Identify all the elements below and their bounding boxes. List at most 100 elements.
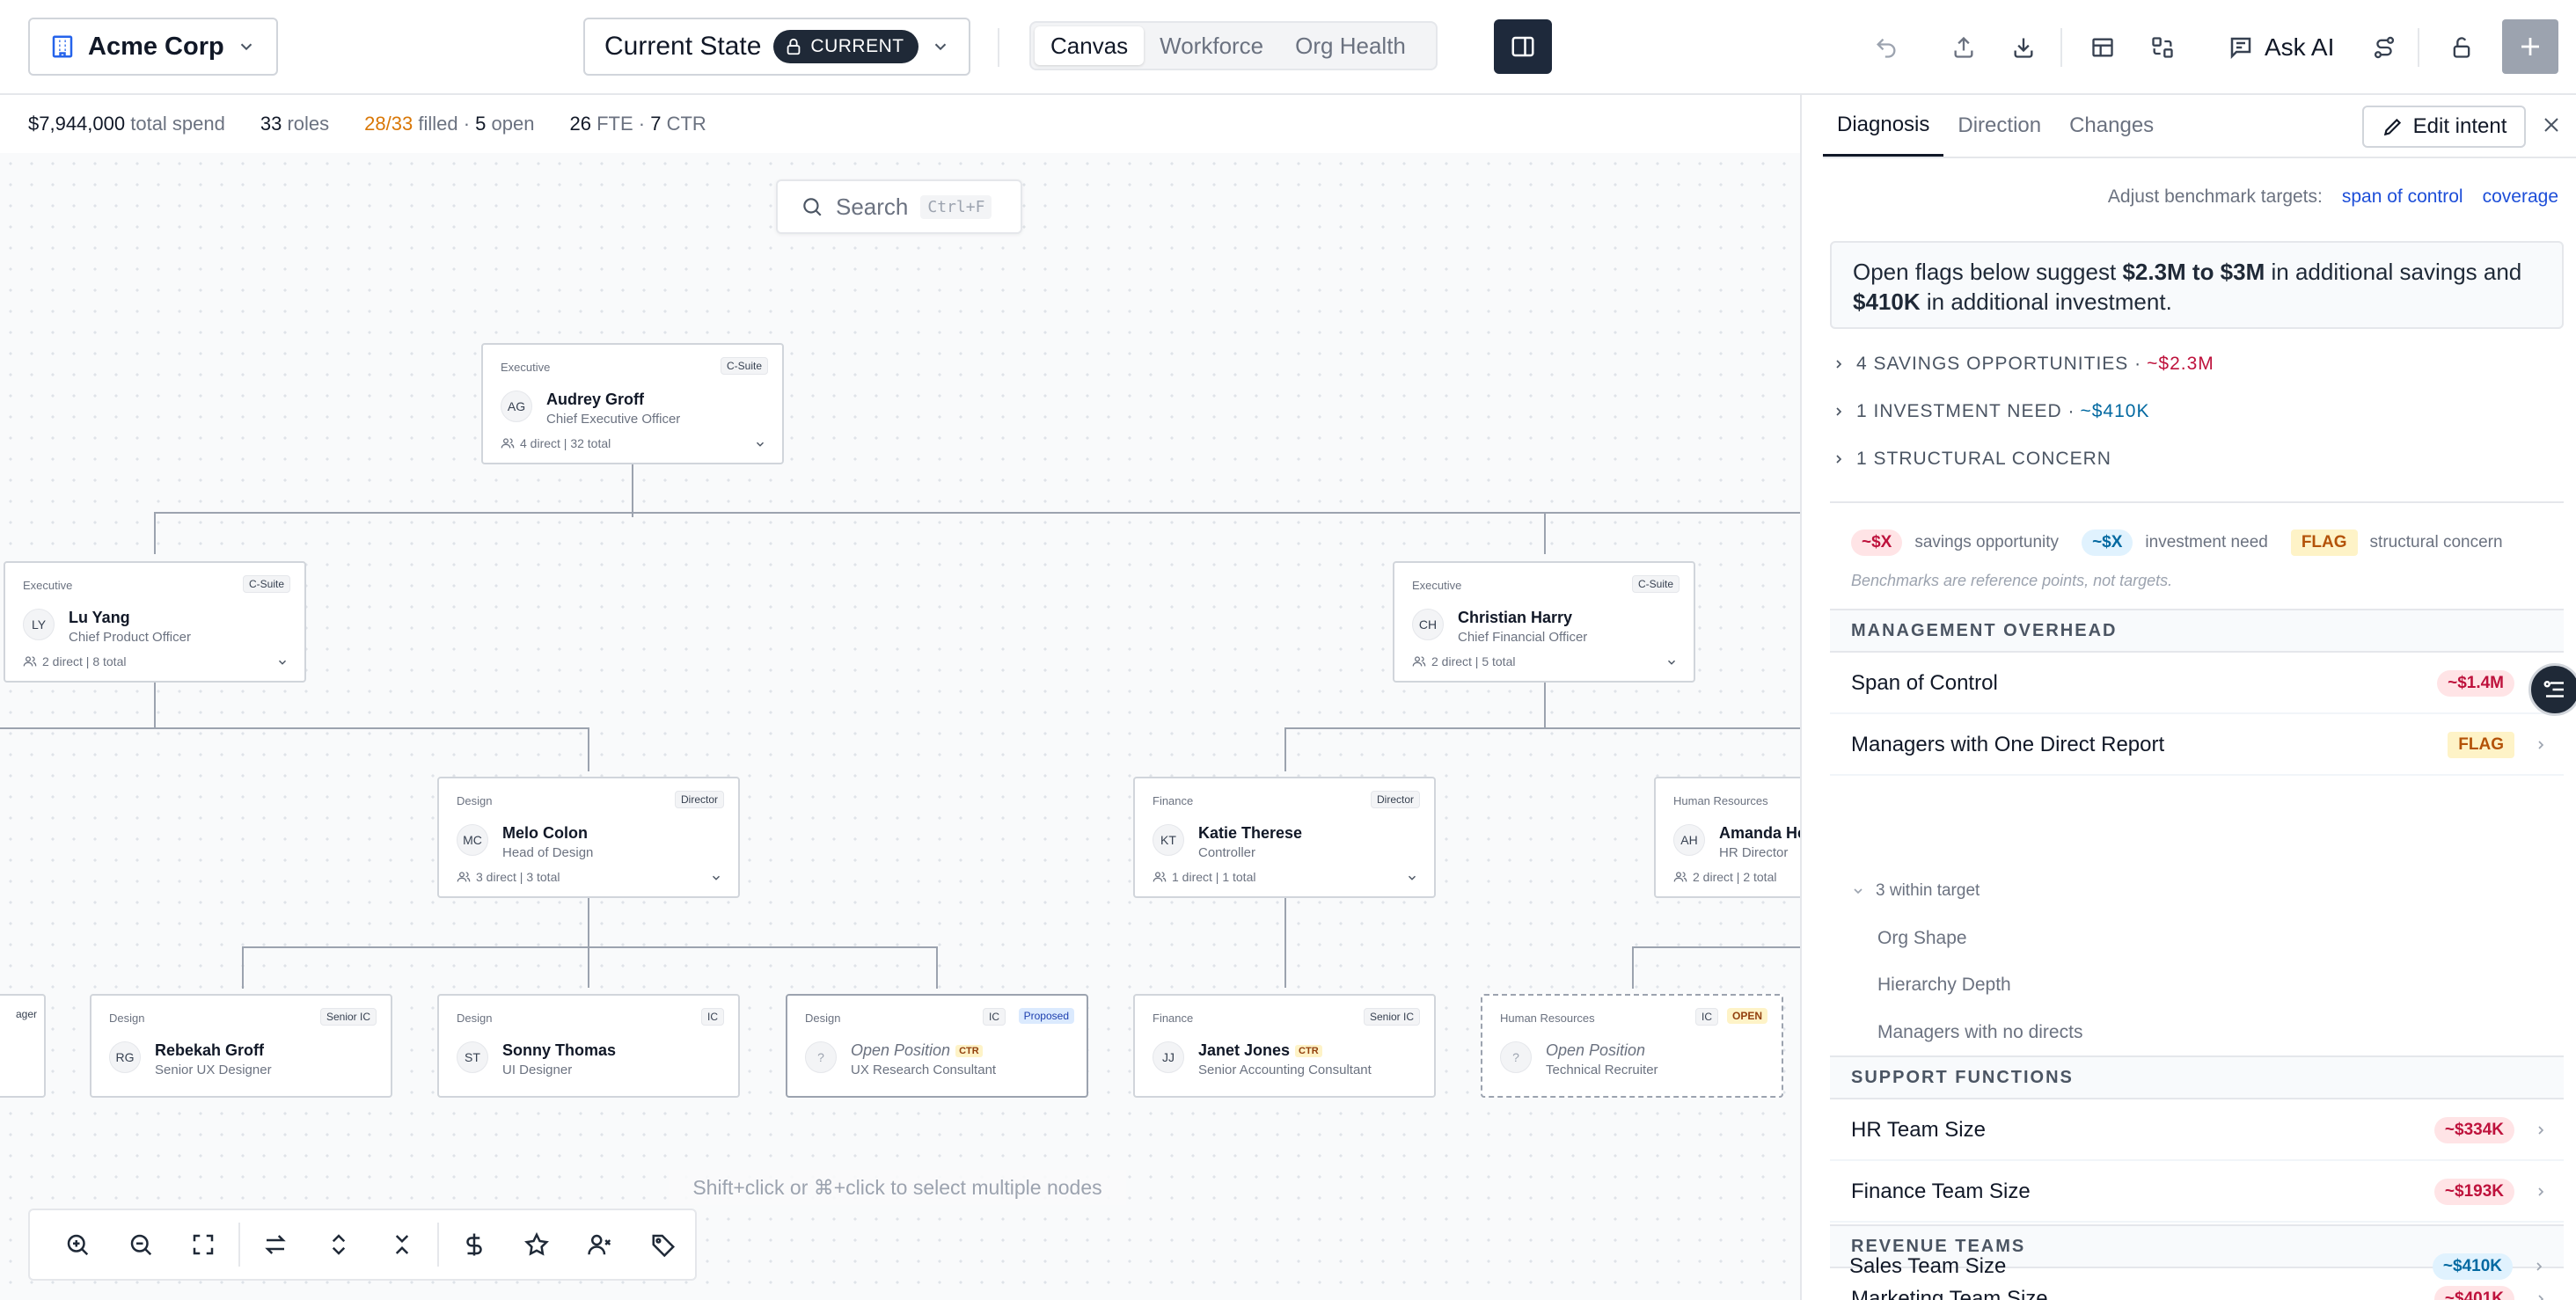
search-shortcut: Ctrl+F xyxy=(920,194,992,219)
node-level-badge: Senior IC xyxy=(319,1008,377,1026)
edit-intent-button[interactable]: Edit intent xyxy=(2362,106,2526,148)
metric-finance-team-size[interactable]: Finance Team Size ~$193K xyxy=(1830,1163,2564,1223)
toggle-panel-button[interactable] xyxy=(1494,19,1552,74)
favorite-button[interactable] xyxy=(506,1213,569,1276)
expand-chevron-icon[interactable] xyxy=(754,438,766,450)
flag-badge: FLAG xyxy=(2448,732,2514,758)
flag-label: 1 STRUCTURAL CONCERN xyxy=(1856,449,2111,469)
tab-diagnosis[interactable]: Diagnosis xyxy=(1823,95,1944,157)
metric-hr-team-size[interactable]: HR Team Size ~$334K xyxy=(1830,1101,2564,1161)
node-name: Lu Yang xyxy=(69,609,130,626)
expand-all-button[interactable] xyxy=(307,1213,370,1276)
org-node-audrey-groff[interactable]: Executive C-Suite AG Audrey Groff Chief … xyxy=(481,343,784,464)
route-button[interactable] xyxy=(2363,26,2405,69)
unlock-button[interactable] xyxy=(2441,26,2483,69)
chevron-right-icon xyxy=(2532,1260,2546,1274)
swap-layout-button[interactable] xyxy=(244,1213,307,1276)
span-of-control-link[interactable]: span of control xyxy=(2342,186,2463,208)
metric-label: HR Team Size xyxy=(1851,1118,1986,1142)
download-icon xyxy=(2011,35,2036,60)
metric-sales-team-size[interactable]: Sales Team Size ~$410K xyxy=(1828,1240,2562,1293)
diagnosis-panel: Diagnosis Direction Changes Edit intent … xyxy=(1800,95,2576,1300)
compare-button[interactable] xyxy=(2141,26,2184,69)
expand-chevron-icon[interactable] xyxy=(1406,872,1418,884)
filter-fab-button[interactable] xyxy=(2528,663,2576,716)
savings-opportunities-toggle[interactable]: 4 SAVINGS OPPORTUNITIES · ~$2.3M xyxy=(1832,348,2214,380)
zoom-out-button[interactable] xyxy=(109,1213,172,1276)
structural-concern-toggle[interactable]: 1 STRUCTURAL CONCERN xyxy=(1832,443,2111,475)
remove-person-button[interactable] xyxy=(568,1213,632,1276)
expand-chevron-icon[interactable] xyxy=(276,656,289,668)
add-button[interactable] xyxy=(2502,19,2558,74)
avatar: RG xyxy=(109,1041,141,1073)
canvas-toolbar xyxy=(28,1209,697,1281)
undo-button[interactable] xyxy=(1865,26,1907,69)
investment-need-toggle[interactable]: 1 INVESTMENT NEED · ~$410K xyxy=(1832,396,2149,427)
collapse-all-button[interactable] xyxy=(370,1213,434,1276)
tab-org-health[interactable]: Org Health xyxy=(1279,26,1422,65)
tab-changes[interactable]: Changes xyxy=(2055,95,2168,157)
org-node-christian-harry[interactable]: Executive C-Suite CH Christian Harry Chi… xyxy=(1393,561,1695,683)
within-target-toggle[interactable]: 3 within target xyxy=(1851,881,1980,901)
metric-span-of-control[interactable]: Span of Control ~$1.4M xyxy=(1830,654,2564,714)
node-reports: 4 direct | 32 total xyxy=(501,436,611,450)
plus-icon xyxy=(2517,33,2543,60)
ask-ai-button[interactable]: Ask AI xyxy=(2228,26,2334,69)
node-title: Senior Accounting Consultant xyxy=(1198,1063,1372,1077)
metric-hierarchy-depth[interactable]: Hierarchy Depth xyxy=(1877,975,2011,996)
node-name: Open Position CTR xyxy=(851,1041,983,1060)
within-target-label: 3 within target xyxy=(1876,881,1980,900)
org-node-sonny-thomas[interactable]: Design IC ST Sonny Thomas UI Designer xyxy=(437,994,740,1098)
multi-select-hint: Shift+click or ⌘+click to select multipl… xyxy=(669,1170,1126,1205)
metric-managers-one-direct[interactable]: Managers with One Direct Report FLAG xyxy=(1830,716,2564,776)
cost-view-button[interactable] xyxy=(443,1213,506,1276)
org-node-open-position-recruiter[interactable]: Human Resources IC OPEN ? Open Position … xyxy=(1481,994,1783,1098)
divider xyxy=(1823,157,2576,158)
close-icon[interactable] xyxy=(2541,114,2562,135)
org-node-katie-therese[interactable]: Finance Director KT Katie Therese Contro… xyxy=(1133,777,1436,898)
upload-button[interactable] xyxy=(1943,26,1985,69)
node-reports: 2 direct | 8 total xyxy=(23,654,126,668)
coverage-link[interactable]: coverage xyxy=(2483,186,2558,208)
company-selector[interactable]: Acme Corp xyxy=(28,18,278,76)
current-badge-label: CURRENT xyxy=(810,36,904,56)
benchmark-label: Adjust benchmark targets: xyxy=(2107,186,2323,207)
expand-chevron-icon[interactable] xyxy=(710,872,722,884)
org-node-melo-colon[interactable]: Design Director MC Melo Colon Head of De… xyxy=(437,777,740,898)
summary-text: in additional savings and xyxy=(2271,259,2522,285)
org-node-amanda-he[interactable]: Human Resources AH Amanda He HR Director… xyxy=(1654,777,1800,898)
section-support-functions: SUPPORT FUNCTIONS xyxy=(1830,1055,2564,1099)
tab-canvas[interactable]: Canvas xyxy=(1035,26,1145,65)
tab-direction[interactable]: Direction xyxy=(1943,95,2055,157)
zoom-in-button[interactable] xyxy=(46,1213,109,1276)
table-button[interactable] xyxy=(2082,26,2124,69)
view-tabs: Canvas Workforce Org Health xyxy=(1029,21,1438,70)
org-node-rebekah-groff[interactable]: Design Senior IC RG Rebekah Groff Senior… xyxy=(90,994,392,1098)
stat-roles-value: 33 xyxy=(260,113,282,135)
tab-workforce[interactable]: Workforce xyxy=(1144,26,1279,65)
metric-org-shape[interactable]: Org Shape xyxy=(1877,928,1967,949)
canvas-search[interactable]: Search Ctrl+F xyxy=(776,179,1022,234)
ctr-badge: CTR xyxy=(1295,1045,1322,1058)
org-node-lu-yang[interactable]: Executive C-Suite LY Lu Yang Chief Produ… xyxy=(4,561,306,683)
org-canvas[interactable]: Executive C-Suite AG Audrey Groff Chief … xyxy=(0,153,1800,1300)
metric-managers-no-directs[interactable]: Managers with no directs xyxy=(1877,1022,2082,1043)
stat-fte-value: 26 xyxy=(569,113,591,135)
state-selector[interactable]: Current State CURRENT xyxy=(583,18,970,76)
download-button[interactable] xyxy=(2002,26,2045,69)
stat-spend-label: total spend xyxy=(130,113,225,135)
node-title: Chief Product Officer xyxy=(69,630,191,645)
node-reports: 2 direct | 2 total xyxy=(1673,870,1776,884)
fit-view-button[interactable] xyxy=(172,1213,236,1276)
org-node-partial[interactable]: ager xyxy=(0,994,46,1098)
org-node-janet-jones[interactable]: Finance Senior IC JJ Janet Jones CTR Seni… xyxy=(1133,994,1436,1098)
org-node-open-position-ux-research[interactable]: Design IC Proposed ? Open Position CTR UX… xyxy=(786,994,1088,1098)
node-name: Melo Colon xyxy=(502,824,588,842)
expand-chevron-icon[interactable] xyxy=(1665,656,1678,668)
node-level-badge: Senior IC xyxy=(1363,1008,1420,1026)
avatar: AG xyxy=(501,391,532,422)
legend-flag-pill: FLAG xyxy=(2290,529,2358,556)
route-icon xyxy=(2372,35,2397,60)
chevron-right-icon xyxy=(1832,405,1846,419)
tags-button[interactable] xyxy=(632,1213,695,1276)
